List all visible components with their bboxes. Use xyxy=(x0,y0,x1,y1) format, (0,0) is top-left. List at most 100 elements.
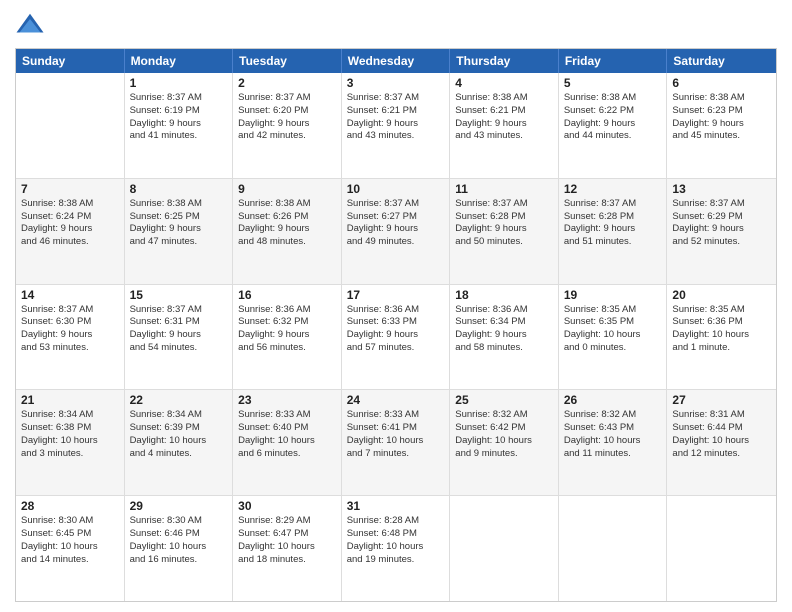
cell-line: Daylight: 9 hours xyxy=(347,329,445,342)
day-number: 14 xyxy=(21,288,119,302)
cell-line: Daylight: 10 hours xyxy=(238,435,336,448)
cell-line: Sunset: 6:24 PM xyxy=(21,211,119,224)
day-number: 28 xyxy=(21,499,119,513)
cell-line: Sunrise: 8:37 AM xyxy=(455,198,553,211)
cell-line: Sunrise: 8:37 AM xyxy=(347,92,445,105)
cell-line: and 42 minutes. xyxy=(238,130,336,143)
cell-line: Daylight: 9 hours xyxy=(455,329,553,342)
cell-line: Sunset: 6:46 PM xyxy=(130,528,228,541)
cell-line: Daylight: 10 hours xyxy=(21,541,119,554)
cell-line: Sunrise: 8:28 AM xyxy=(347,515,445,528)
day-number: 13 xyxy=(672,182,771,196)
cal-cell-3-7: 20Sunrise: 8:35 AMSunset: 6:36 PMDayligh… xyxy=(667,285,776,390)
cal-cell-3-2: 15Sunrise: 8:37 AMSunset: 6:31 PMDayligh… xyxy=(125,285,234,390)
cell-line: and 47 minutes. xyxy=(130,236,228,249)
cal-cell-5-7 xyxy=(667,496,776,601)
cal-cell-2-1: 7Sunrise: 8:38 AMSunset: 6:24 PMDaylight… xyxy=(16,179,125,284)
day-number: 18 xyxy=(455,288,553,302)
cal-cell-2-6: 12Sunrise: 8:37 AMSunset: 6:28 PMDayligh… xyxy=(559,179,668,284)
cell-line: Sunset: 6:35 PM xyxy=(564,316,662,329)
cal-cell-2-3: 9Sunrise: 8:38 AMSunset: 6:26 PMDaylight… xyxy=(233,179,342,284)
cell-line: Daylight: 10 hours xyxy=(564,329,662,342)
cell-line: Sunset: 6:39 PM xyxy=(130,422,228,435)
cal-cell-5-1: 28Sunrise: 8:30 AMSunset: 6:45 PMDayligh… xyxy=(16,496,125,601)
day-number: 6 xyxy=(672,76,771,90)
day-number: 21 xyxy=(21,393,119,407)
cell-line: Daylight: 9 hours xyxy=(455,118,553,131)
cell-line: and 1 minute. xyxy=(672,342,771,355)
cell-line: Daylight: 9 hours xyxy=(21,329,119,342)
day-number: 25 xyxy=(455,393,553,407)
cell-line: Daylight: 9 hours xyxy=(347,223,445,236)
cal-cell-2-5: 11Sunrise: 8:37 AMSunset: 6:28 PMDayligh… xyxy=(450,179,559,284)
cell-line: Sunrise: 8:32 AM xyxy=(564,409,662,422)
page: SundayMondayTuesdayWednesdayThursdayFrid… xyxy=(0,0,792,612)
cell-line: and 56 minutes. xyxy=(238,342,336,355)
cell-line: Sunset: 6:20 PM xyxy=(238,105,336,118)
cell-line: Daylight: 10 hours xyxy=(672,329,771,342)
cell-line: Daylight: 10 hours xyxy=(672,435,771,448)
cell-line: Daylight: 10 hours xyxy=(347,435,445,448)
day-number: 1 xyxy=(130,76,228,90)
cell-line: Daylight: 10 hours xyxy=(21,435,119,448)
day-number: 3 xyxy=(347,76,445,90)
cell-line: and 50 minutes. xyxy=(455,236,553,249)
cell-line: Daylight: 10 hours xyxy=(347,541,445,554)
cal-cell-1-2: 1Sunrise: 8:37 AMSunset: 6:19 PMDaylight… xyxy=(125,73,234,178)
cell-line: Sunset: 6:33 PM xyxy=(347,316,445,329)
cell-line: Sunset: 6:31 PM xyxy=(130,316,228,329)
cell-line: Sunrise: 8:33 AM xyxy=(347,409,445,422)
cal-cell-3-4: 17Sunrise: 8:36 AMSunset: 6:33 PMDayligh… xyxy=(342,285,451,390)
header-day-friday: Friday xyxy=(559,49,668,73)
cal-cell-3-6: 19Sunrise: 8:35 AMSunset: 6:35 PMDayligh… xyxy=(559,285,668,390)
cell-line: Sunrise: 8:37 AM xyxy=(21,304,119,317)
day-number: 12 xyxy=(564,182,662,196)
cell-line: and 4 minutes. xyxy=(130,448,228,461)
cell-line: Sunrise: 8:38 AM xyxy=(238,198,336,211)
cell-line: Sunset: 6:47 PM xyxy=(238,528,336,541)
day-number: 10 xyxy=(347,182,445,196)
calendar-row-2: 7Sunrise: 8:38 AMSunset: 6:24 PMDaylight… xyxy=(16,178,776,284)
cell-line: Sunset: 6:28 PM xyxy=(455,211,553,224)
cell-line: Sunset: 6:30 PM xyxy=(21,316,119,329)
cell-line: and 54 minutes. xyxy=(130,342,228,355)
cell-line: and 16 minutes. xyxy=(130,554,228,567)
cal-cell-4-1: 21Sunrise: 8:34 AMSunset: 6:38 PMDayligh… xyxy=(16,390,125,495)
day-number: 4 xyxy=(455,76,553,90)
cell-line: Sunrise: 8:37 AM xyxy=(672,198,771,211)
cell-line: Sunrise: 8:34 AM xyxy=(21,409,119,422)
calendar-row-4: 21Sunrise: 8:34 AMSunset: 6:38 PMDayligh… xyxy=(16,389,776,495)
cell-line: Sunset: 6:45 PM xyxy=(21,528,119,541)
cell-line: Sunset: 6:25 PM xyxy=(130,211,228,224)
calendar: SundayMondayTuesdayWednesdayThursdayFrid… xyxy=(15,48,777,602)
cell-line: Sunset: 6:21 PM xyxy=(347,105,445,118)
calendar-header: SundayMondayTuesdayWednesdayThursdayFrid… xyxy=(16,49,776,73)
cal-cell-1-7: 6Sunrise: 8:38 AMSunset: 6:23 PMDaylight… xyxy=(667,73,776,178)
cell-line: Sunset: 6:42 PM xyxy=(455,422,553,435)
calendar-row-1: 1Sunrise: 8:37 AMSunset: 6:19 PMDaylight… xyxy=(16,73,776,178)
cell-line: Sunrise: 8:37 AM xyxy=(564,198,662,211)
cell-line: Sunset: 6:43 PM xyxy=(564,422,662,435)
cell-line: and 48 minutes. xyxy=(238,236,336,249)
day-number: 30 xyxy=(238,499,336,513)
cell-line: Daylight: 10 hours xyxy=(455,435,553,448)
cell-line: Sunset: 6:32 PM xyxy=(238,316,336,329)
calendar-row-3: 14Sunrise: 8:37 AMSunset: 6:30 PMDayligh… xyxy=(16,284,776,390)
cell-line: Daylight: 9 hours xyxy=(238,329,336,342)
cell-line: and 52 minutes. xyxy=(672,236,771,249)
cell-line: and 51 minutes. xyxy=(564,236,662,249)
cell-line: and 18 minutes. xyxy=(238,554,336,567)
cal-cell-2-2: 8Sunrise: 8:38 AMSunset: 6:25 PMDaylight… xyxy=(125,179,234,284)
cal-cell-3-1: 14 Sunrise: 8:37 AMSunset: 6:30 PMDayligh… xyxy=(16,285,125,390)
cell-line: and 44 minutes. xyxy=(564,130,662,143)
cell-line: Sunset: 6:26 PM xyxy=(238,211,336,224)
cell-line: and 46 minutes. xyxy=(21,236,119,249)
cal-cell-5-2: 29Sunrise: 8:30 AMSunset: 6:46 PMDayligh… xyxy=(125,496,234,601)
cal-cell-1-6: 5Sunrise: 8:38 AMSunset: 6:22 PMDaylight… xyxy=(559,73,668,178)
cell-line: Sunrise: 8:34 AM xyxy=(130,409,228,422)
day-number: 29 xyxy=(130,499,228,513)
cell-line: and 14 minutes. xyxy=(21,554,119,567)
cell-line: Sunset: 6:36 PM xyxy=(672,316,771,329)
day-number: 15 xyxy=(130,288,228,302)
cell-line: Sunrise: 8:29 AM xyxy=(238,515,336,528)
